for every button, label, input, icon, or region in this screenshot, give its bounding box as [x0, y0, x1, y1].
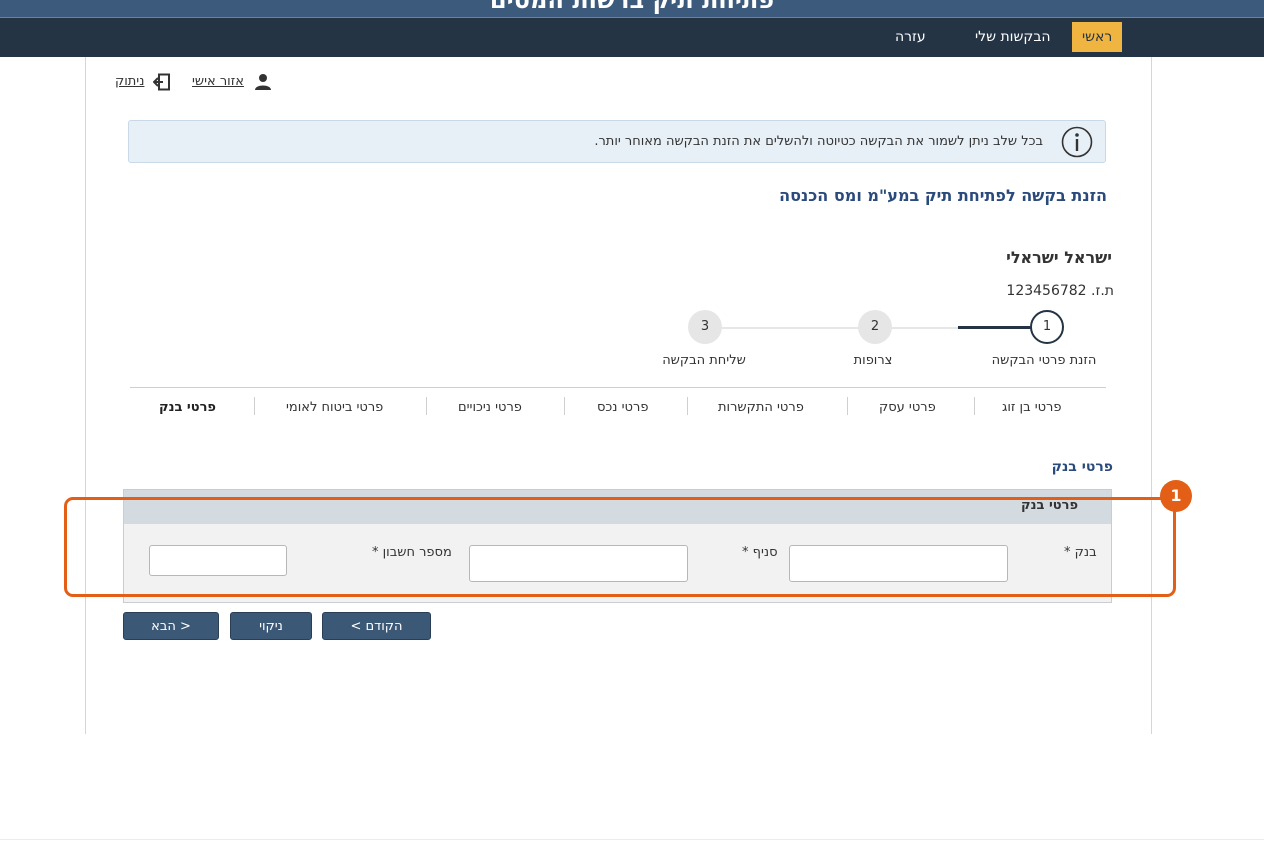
tab-divider — [974, 397, 975, 415]
id-value: 123456782 — [1006, 283, 1087, 299]
step-3-label: שליחת הבקשה — [662, 353, 746, 368]
panel-title: פרטי בנק — [1021, 498, 1078, 513]
step-2-label: צרופות — [853, 353, 893, 368]
tab-deductions-details[interactable]: פרטי ניכויים — [458, 400, 522, 415]
section-title: פרטי בנק — [1051, 459, 1113, 475]
info-icon — [1061, 126, 1093, 158]
branch-field-label: * סניף — [742, 545, 778, 560]
step-1: 1 — [1030, 310, 1064, 344]
logout-link[interactable]: ניתוק — [115, 74, 144, 89]
annotation-badge: 1 — [1160, 480, 1192, 512]
step-connector-active — [958, 326, 1033, 329]
tab-spouse-details[interactable]: פרטי בן זוג — [1002, 400, 1062, 415]
required-mark: * — [742, 545, 749, 560]
tab-business-details[interactable]: פרטי עסק — [879, 400, 936, 415]
bank-input[interactable] — [789, 545, 1008, 582]
tab-divider — [564, 397, 565, 415]
tab-property-details[interactable]: פרטי נכס — [597, 400, 648, 415]
account-number-input[interactable] — [149, 545, 287, 576]
account-label: מספר חשבון — [382, 545, 452, 560]
bank-field-label: * בנק — [1064, 545, 1097, 560]
page-title: הזנת בקשה לפתיחת תיק במע"מ ומס הכנסה — [779, 186, 1107, 205]
nav-home[interactable]: ראשי — [1072, 22, 1123, 52]
applicant-id: ת.ז. 123456782 — [1006, 283, 1114, 299]
clear-button[interactable]: ניקוי — [230, 612, 312, 640]
personal-area-link[interactable]: אזור אישי — [192, 74, 244, 89]
tab-contact-details[interactable]: פרטי התקשרות — [718, 400, 804, 415]
tab-divider — [254, 397, 255, 415]
step-3: 3 — [688, 310, 722, 344]
nav-my-requests[interactable]: הבקשות שלי — [975, 18, 1051, 56]
prev-button[interactable]: < הקודם — [322, 612, 431, 640]
required-mark: * — [1064, 545, 1071, 560]
app-header: פתיחת תיק ברשות המסים — [0, 0, 1264, 17]
nav-help[interactable]: עזרה — [895, 18, 926, 56]
required-mark: * — [372, 545, 379, 560]
tab-bank-details[interactable]: פרטי בנק — [159, 400, 216, 415]
step-connector — [892, 327, 958, 329]
tab-national-insurance[interactable]: פרטי ביטוח לאומי — [286, 400, 383, 415]
branch-label: סניף — [752, 545, 778, 560]
step-2: 2 — [858, 310, 892, 344]
tab-divider — [847, 397, 848, 415]
panel-header: פרטי בנק — [124, 490, 1111, 524]
app-title: פתיחת תיק ברשות המסים — [489, 0, 775, 14]
main-nav: ראשי הבקשות שלי עזרה — [0, 17, 1264, 57]
id-label: ת.ז. — [1091, 283, 1114, 299]
account-field-label: * מספר חשבון — [372, 545, 452, 560]
bank-label: בנק — [1074, 545, 1097, 560]
footer-divider — [0, 839, 1264, 840]
section-tabs: פרטי בן זוג פרטי עסק פרטי התקשרות פרטי נ… — [130, 387, 1106, 428]
bank-details-panel: פרטי בנק * בנק * סניף * מספר חשבון — [123, 489, 1112, 603]
info-text: בכל שלב ניתן לשמור את הבקשה כטיוטה ולהשל… — [594, 134, 1043, 149]
step-1-label: הזנת פרטי הבקשה — [991, 353, 1097, 368]
next-button[interactable]: הבא > — [123, 612, 219, 640]
logout-label: ניתוק — [115, 74, 145, 89]
branch-input[interactable] — [469, 545, 688, 582]
progress-stepper: 1 2 3 הזנת פרטי הבקשה צרופות שליחת הבקשה — [600, 310, 1140, 370]
info-banner: בכל שלב ניתן לשמור את הבקשה כטיוטה ולהשל… — [128, 120, 1106, 163]
user-icon — [255, 74, 271, 90]
personal-area-label: אזור אישי — [192, 74, 244, 89]
tab-divider — [687, 397, 688, 415]
tab-divider — [426, 397, 427, 415]
logout-icon[interactable] — [153, 73, 171, 91]
applicant-name: ישראל ישראלי — [1006, 248, 1112, 267]
